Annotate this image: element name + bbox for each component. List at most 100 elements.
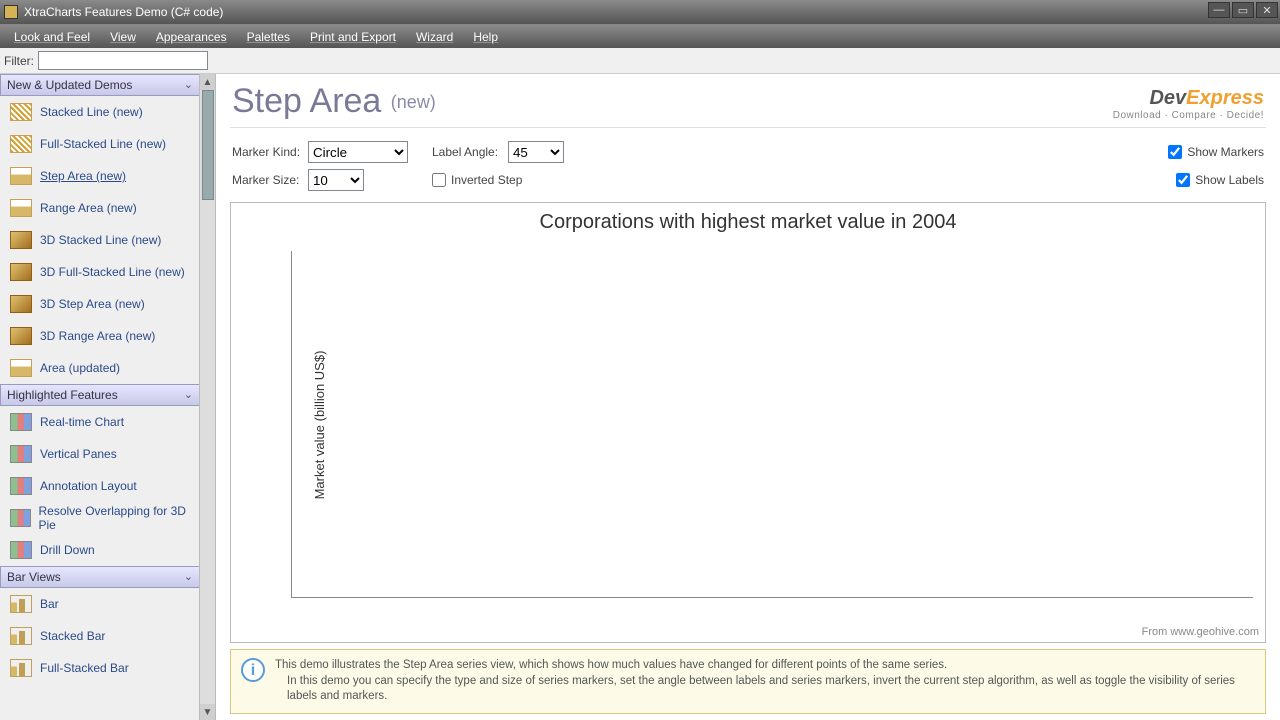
brand-logo: DevExpress xyxy=(1113,87,1264,110)
sidebar-item-label: Real-time Chart xyxy=(40,415,124,429)
3d-icon xyxy=(10,327,32,345)
sidebar-item-label: 3D Full-Stacked Line (new) xyxy=(40,265,185,279)
line-icon xyxy=(10,135,32,153)
sidebar-item-label: Step Area (new) xyxy=(40,169,126,183)
sidebar-item-label: Stacked Bar xyxy=(40,629,105,643)
sidebar-item-3d-full-stacked-line-new-[interactable]: 3D Full-Stacked Line (new) xyxy=(0,256,200,288)
menu-item-look-and-feel[interactable]: Look and Feel xyxy=(4,30,100,44)
show-markers-label: Show Markers xyxy=(1187,145,1264,159)
sidebar-item-label: Full-Stacked Line (new) xyxy=(40,137,166,151)
info-panel: i This demo illustrates the Step Area se… xyxy=(230,649,1266,714)
3d-icon xyxy=(10,295,32,313)
info-icon: i xyxy=(241,658,265,682)
sidebar-item-full-stacked-bar[interactable]: Full-Stacked Bar xyxy=(0,652,200,684)
marker-kind-select[interactable]: Circle xyxy=(308,141,408,163)
sidebar-item-3d-range-area-new-[interactable]: 3D Range Area (new) xyxy=(0,320,200,352)
window-buttons: — ▭ ✕ xyxy=(1208,2,1278,18)
sidebar-item-label: 3D Step Area (new) xyxy=(40,297,145,311)
sidebar-item-label: Drill Down xyxy=(40,543,95,557)
sidebar-item-step-area-new-[interactable]: Step Area (new) xyxy=(0,160,200,192)
sidebar-group-highlighted-features[interactable]: Highlighted Features⌄ xyxy=(0,384,200,406)
minimize-button[interactable]: — xyxy=(1208,2,1230,18)
bar-icon xyxy=(10,595,32,613)
menu-item-palettes[interactable]: Palettes xyxy=(237,30,300,44)
menu-item-help[interactable]: Help xyxy=(463,30,508,44)
scroll-down-icon[interactable]: ▼ xyxy=(200,704,215,720)
page-title-tag: (new) xyxy=(391,92,436,112)
show-labels-checkbox[interactable] xyxy=(1176,173,1190,187)
sidebar-item-label: 3D Range Area (new) xyxy=(40,329,155,343)
sidebar-item-label: Area (updated) xyxy=(40,361,120,375)
label-angle-select[interactable]: 45 xyxy=(508,141,564,163)
scrollbar-thumb[interactable] xyxy=(202,90,214,200)
sidebar-item-label: Stacked Line (new) xyxy=(40,105,143,119)
sidebar-item-3d-stacked-line-new-[interactable]: 3D Stacked Line (new) xyxy=(0,224,200,256)
close-button[interactable]: ✕ xyxy=(1256,2,1278,18)
maximize-button[interactable]: ▭ xyxy=(1232,2,1254,18)
sidebar-item-vertical-panes[interactable]: Vertical Panes xyxy=(0,438,200,470)
menu-item-print-and-export[interactable]: Print and Export xyxy=(300,30,406,44)
filter-label: Filter: xyxy=(4,54,34,68)
area-icon xyxy=(10,359,32,377)
sidebar-item-label: Full-Stacked Bar xyxy=(40,661,129,675)
sidebar-item-bar[interactable]: Bar xyxy=(0,588,200,620)
chart-area: Corporations with highest market value i… xyxy=(230,202,1266,643)
sidebar-item-label: 3D Stacked Line (new) xyxy=(40,233,161,247)
info-line-2: In this demo you can specify the type an… xyxy=(275,674,1255,705)
sidebar-item-resolve-overlapping-for-3d-pie[interactable]: Resolve Overlapping for 3D Pie xyxy=(0,502,200,534)
chart-icon xyxy=(10,413,32,431)
scroll-up-icon[interactable]: ▲ xyxy=(200,74,215,90)
sidebar-item-drill-down[interactable]: Drill Down xyxy=(0,534,200,566)
inverted-step-label: Inverted Step xyxy=(451,173,522,187)
marker-size-select[interactable]: 10 xyxy=(308,169,364,191)
sidebar-group-bar-views[interactable]: Bar Views⌄ xyxy=(0,566,200,588)
chart-icon xyxy=(10,477,32,495)
axes xyxy=(291,251,1253,598)
sidebar-item-3d-step-area-new-[interactable]: 3D Step Area (new) xyxy=(0,288,200,320)
brand-block: DevExpress Download · Compare · Decide! xyxy=(1113,87,1264,121)
sidebar-item-label: Vertical Panes xyxy=(40,447,117,461)
area-icon xyxy=(10,199,32,217)
filter-input[interactable] xyxy=(38,51,208,70)
bar-icon xyxy=(10,659,32,677)
page-title: Step Area (new) xyxy=(232,82,436,120)
plot-area: Market value (billion US$) xyxy=(291,251,1253,598)
inverted-step-checkbox[interactable] xyxy=(432,173,446,187)
sidebar-item-full-stacked-line-new-[interactable]: Full-Stacked Line (new) xyxy=(0,128,200,160)
sidebar-item-annotation-layout[interactable]: Annotation Layout xyxy=(0,470,200,502)
chart-icon xyxy=(10,509,31,527)
line-icon xyxy=(10,103,32,121)
sidebar-item-stacked-bar[interactable]: Stacked Bar xyxy=(0,620,200,652)
sidebar: New & Updated Demos⌄ Stacked Line (new) Fu… xyxy=(0,74,216,720)
sidebar-item-range-area-new-[interactable]: Range Area (new) xyxy=(0,192,200,224)
titlebar: XtraCharts Features Demo (C# code) — ▭ ✕ xyxy=(0,0,1280,24)
menu-item-wizard[interactable]: Wizard xyxy=(406,30,463,44)
show-labels-label: Show Labels xyxy=(1195,173,1264,187)
chevron-up-icon: ⌄ xyxy=(184,78,193,91)
sidebar-item-stacked-line-new-[interactable]: Stacked Line (new) xyxy=(0,96,200,128)
sidebar-item-label: Bar xyxy=(40,597,59,611)
app-icon xyxy=(4,5,18,19)
menu-item-appearances[interactable]: Appearances xyxy=(146,30,237,44)
brand-tagline: Download · Compare · Decide! xyxy=(1113,110,1264,121)
sidebar-item-label: Range Area (new) xyxy=(40,201,137,215)
window-title: XtraCharts Features Demo (C# code) xyxy=(24,5,223,19)
sidebar-item-area-updated-[interactable]: Area (updated) xyxy=(0,352,200,384)
filter-row: Filter: xyxy=(0,48,1280,74)
chart-icon xyxy=(10,541,32,559)
3d-icon xyxy=(10,231,32,249)
sidebar-item-real-time-chart[interactable]: Real-time Chart xyxy=(0,406,200,438)
chart-credit: From www.geohive.com xyxy=(1142,626,1259,638)
options-panel: Marker Kind: Circle Label Angle: 45 Show… xyxy=(216,134,1280,202)
chevron-up-icon: ⌄ xyxy=(184,570,193,583)
sidebar-group-new-updated-demos[interactable]: New & Updated Demos⌄ xyxy=(0,74,200,96)
show-markers-checkbox[interactable] xyxy=(1168,145,1182,159)
main-panel: Step Area (new) DevExpress Download · Co… xyxy=(216,74,1280,720)
area-icon xyxy=(10,167,32,185)
sidebar-scrollbar[interactable]: ▲ ▼ xyxy=(199,74,215,720)
chevron-up-icon: ⌄ xyxy=(184,388,193,401)
menu-item-view[interactable]: View xyxy=(100,30,146,44)
divider xyxy=(230,127,1266,128)
menubar: Look and FeelViewAppearancesPalettesPrin… xyxy=(0,24,1280,48)
marker-kind-label: Marker Kind: xyxy=(232,145,308,159)
